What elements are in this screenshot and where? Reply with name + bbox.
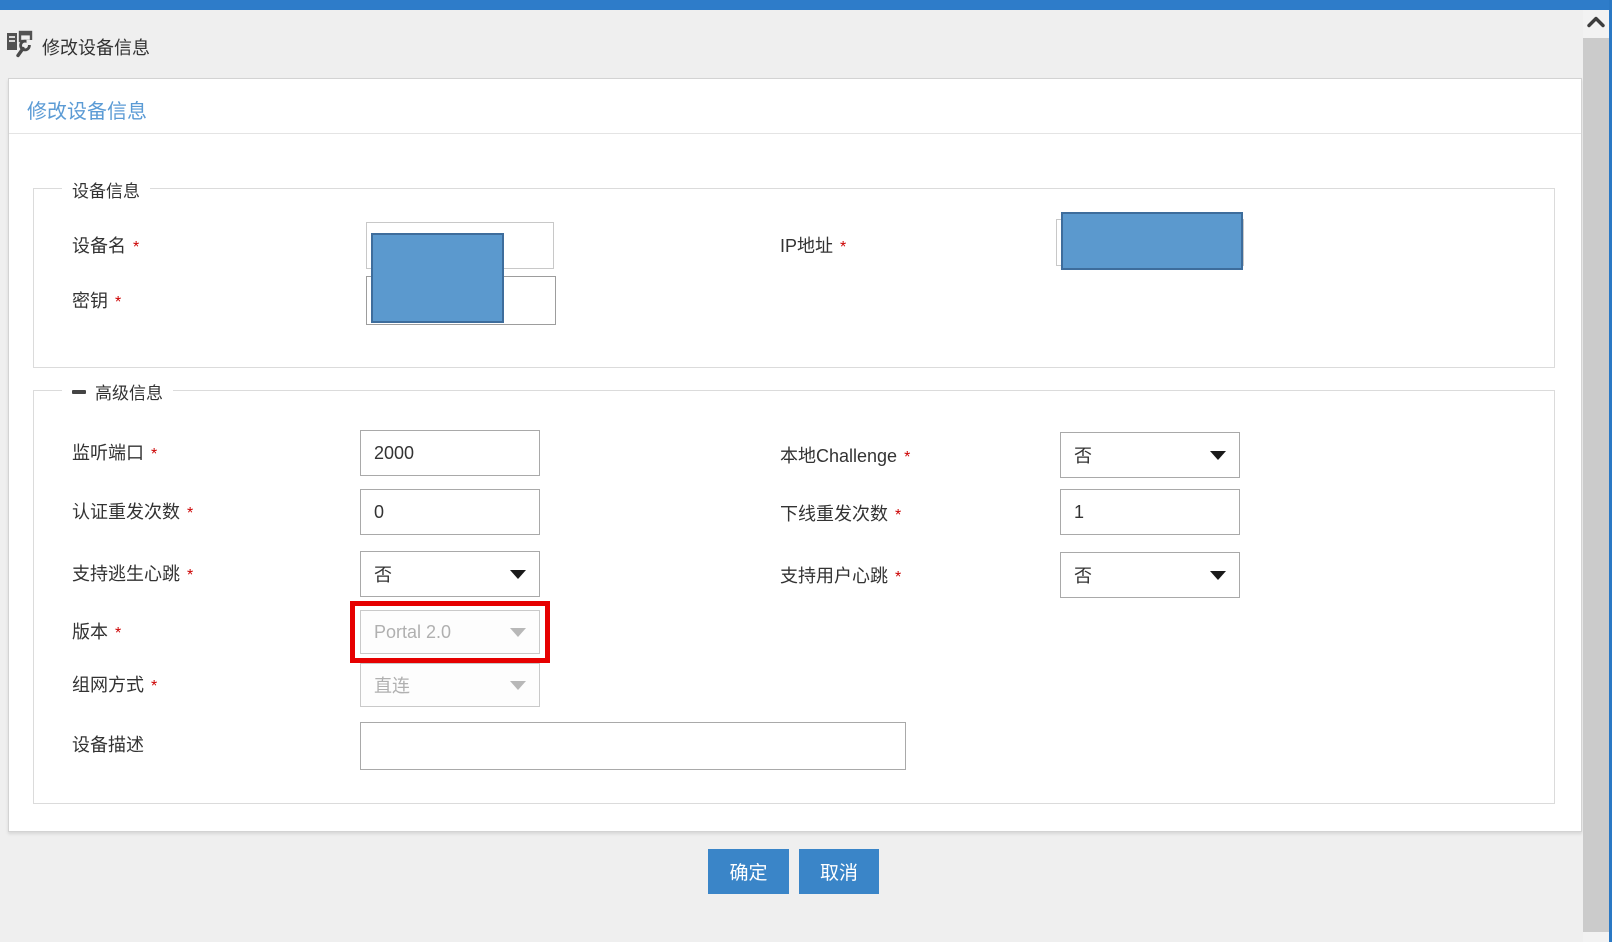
listen-port-label: 监听端口 * xyxy=(72,443,158,463)
panel-title-divider xyxy=(9,133,1581,134)
escape-heartbeat-value: 否 xyxy=(374,565,392,585)
device-edit-icon xyxy=(6,30,33,64)
required-asterisk: * xyxy=(895,569,902,586)
local-challenge-label: 本地Challenge * xyxy=(780,446,911,466)
version-value: Portal 2.0 xyxy=(374,621,452,642)
user-heartbeat-value: 否 xyxy=(1074,566,1092,586)
required-asterisk: * xyxy=(187,505,194,522)
required-asterisk: * xyxy=(840,239,847,256)
cancel-button[interactable]: 取消 xyxy=(799,849,879,894)
local-challenge-value: 否 xyxy=(1074,446,1092,466)
required-asterisk: * xyxy=(115,625,122,642)
chevron-down-icon xyxy=(1210,451,1226,460)
redaction-overlay-device-name-key xyxy=(371,233,504,323)
scrollbar-up-button[interactable] xyxy=(1583,10,1609,38)
version-select: Portal 2.0 xyxy=(360,610,540,654)
required-asterisk: * xyxy=(133,239,140,256)
chevron-down-icon xyxy=(510,681,526,690)
device-desc-input[interactable] xyxy=(360,722,906,770)
secret-key-label: 密钥 * xyxy=(72,291,122,311)
device-desc-label: 设备描述 xyxy=(72,735,144,755)
top-accent-bar xyxy=(0,0,1612,10)
device-name-label: 设备名 * xyxy=(72,236,140,256)
device-info-fieldset: 设备信息 xyxy=(33,177,1555,368)
chevron-down-icon xyxy=(510,628,526,637)
collapse-minus-icon[interactable] xyxy=(72,389,86,394)
escape-heartbeat-select[interactable]: 否 xyxy=(360,551,540,597)
chevron-down-icon xyxy=(510,570,526,579)
page-title: 修改设备信息 xyxy=(42,38,150,58)
offline-resend-input[interactable] xyxy=(1060,489,1240,535)
ok-button[interactable]: 确定 xyxy=(708,849,789,894)
escape-heartbeat-label: 支持逃生心跳 * xyxy=(72,564,194,584)
advanced-info-legend[interactable]: 高级信息 xyxy=(62,379,173,404)
panel-title: 修改设备信息 xyxy=(27,101,147,123)
advanced-info-legend-text: 高级信息 xyxy=(95,384,163,403)
required-asterisk: * xyxy=(151,446,158,463)
required-asterisk: * xyxy=(151,678,158,695)
required-asterisk: * xyxy=(187,567,194,584)
version-label: 版本 * xyxy=(72,622,122,642)
listen-port-input[interactable] xyxy=(360,430,540,476)
auth-resend-label: 认证重发次数 * xyxy=(72,502,194,522)
ip-address-label: IP地址 * xyxy=(780,236,847,256)
vertical-scrollbar-thumb[interactable] xyxy=(1583,38,1609,932)
chevron-up-icon xyxy=(1587,15,1605,33)
required-asterisk: * xyxy=(904,449,911,466)
device-info-legend-text: 设备信息 xyxy=(72,182,140,201)
offline-resend-label: 下线重发次数 * xyxy=(780,504,902,524)
device-info-legend: 设备信息 xyxy=(62,177,150,202)
page-header: 修改设备信息 xyxy=(6,30,150,64)
local-challenge-select[interactable]: 否 xyxy=(1060,432,1240,478)
user-heartbeat-label: 支持用户心跳 * xyxy=(780,566,902,586)
redaction-overlay-ip-address xyxy=(1061,212,1243,270)
networking-mode-value: 直连 xyxy=(374,676,410,696)
user-heartbeat-select[interactable]: 否 xyxy=(1060,552,1240,598)
networking-mode-label: 组网方式 * xyxy=(72,675,158,695)
networking-mode-select: 直连 xyxy=(360,663,540,707)
required-asterisk: * xyxy=(115,294,122,311)
auth-resend-input[interactable] xyxy=(360,489,540,535)
required-asterisk: * xyxy=(895,507,902,524)
chevron-down-icon xyxy=(1210,571,1226,580)
